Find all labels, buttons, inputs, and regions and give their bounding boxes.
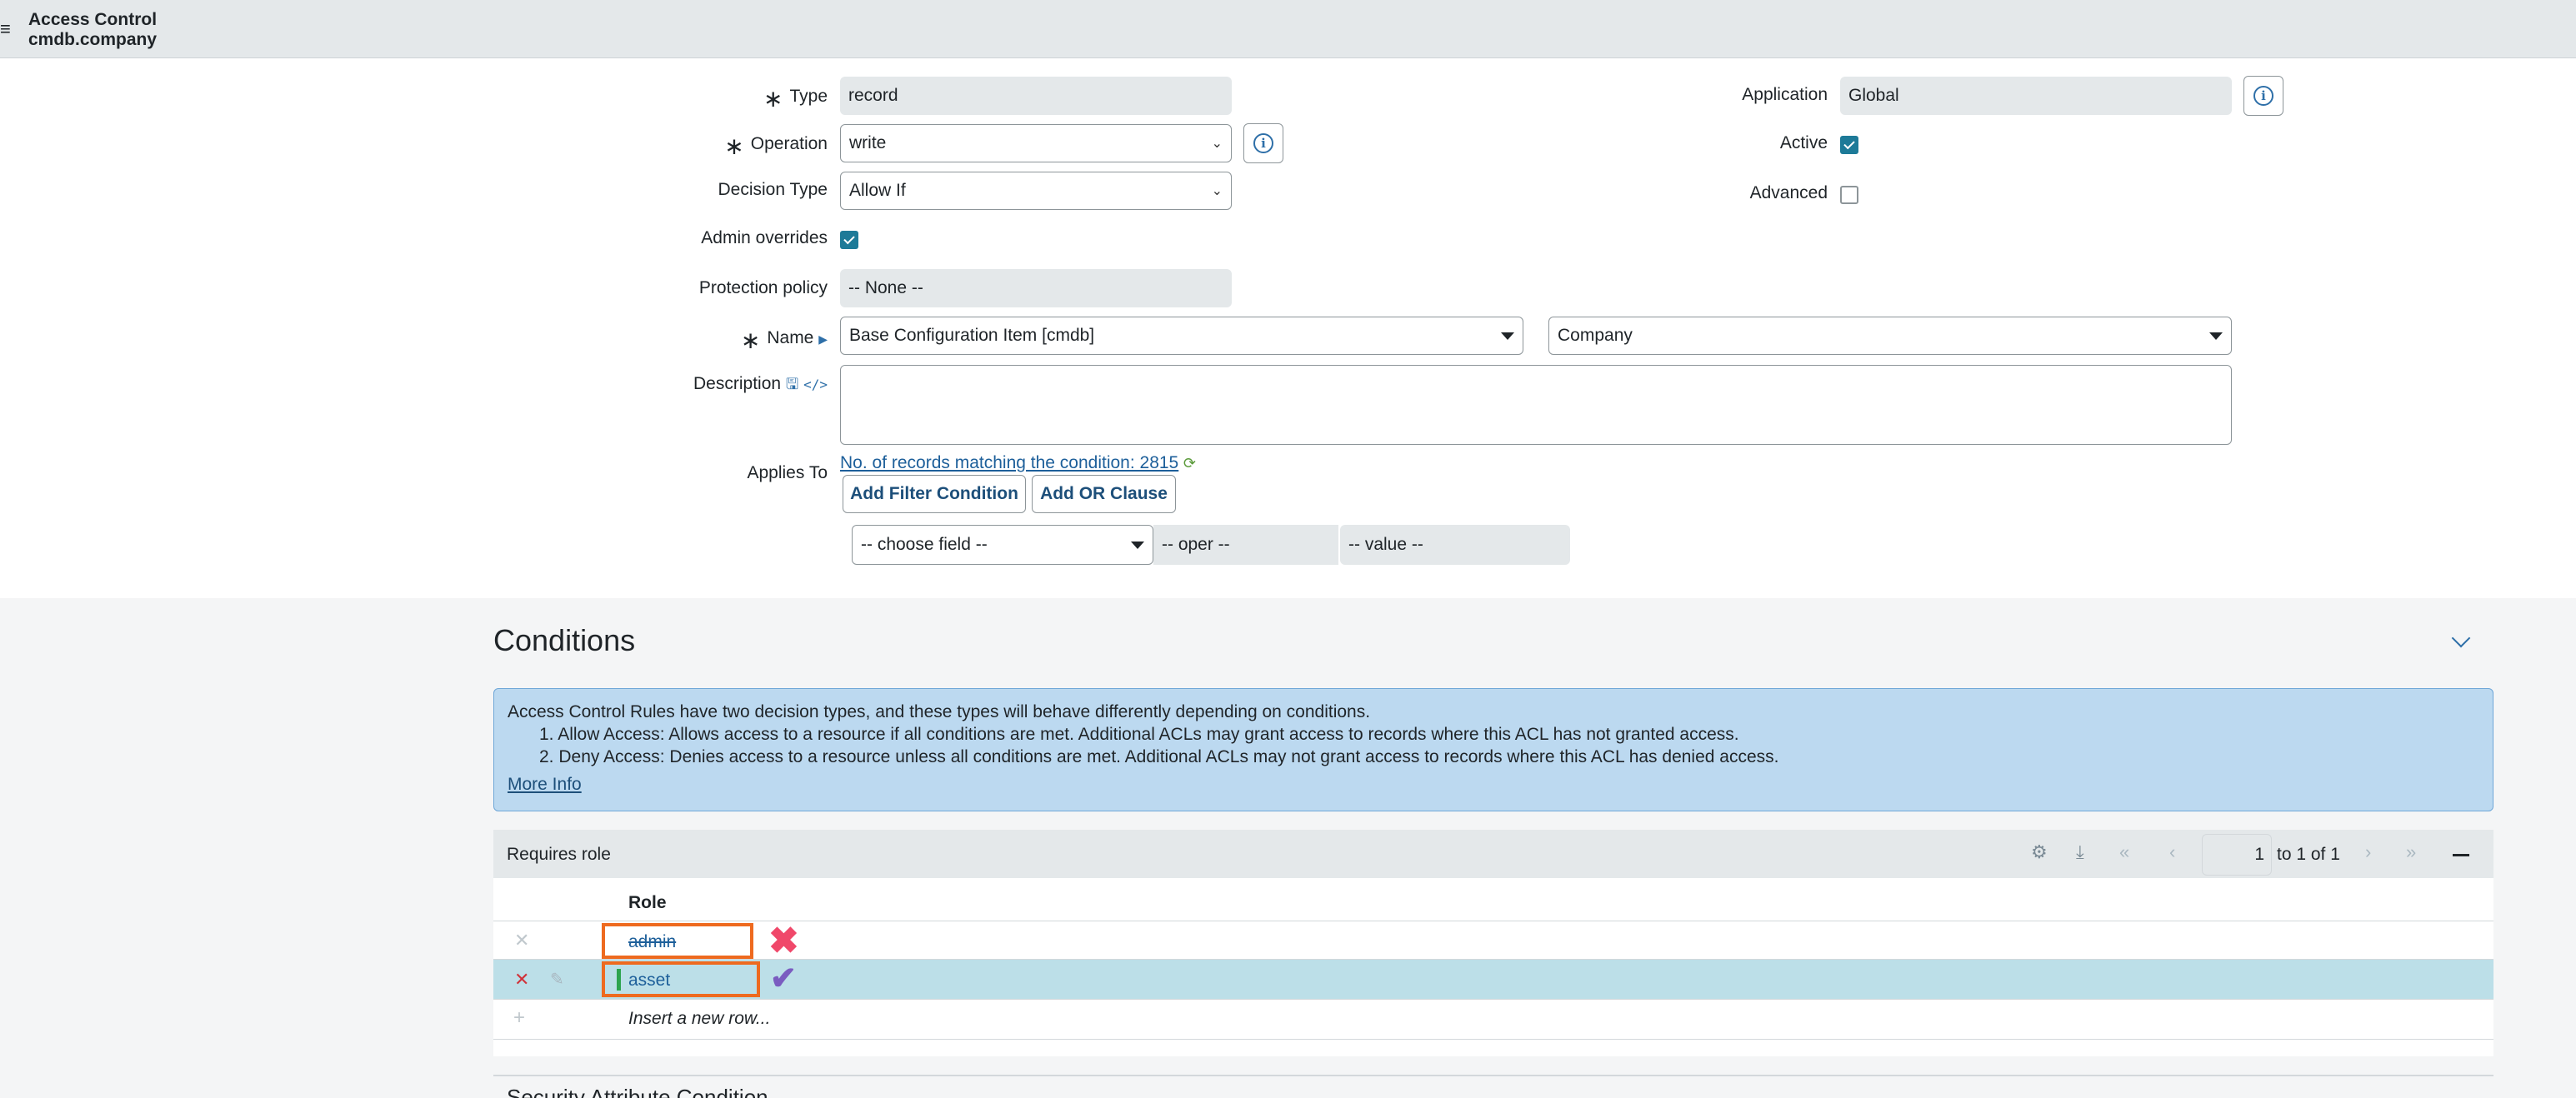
refresh-icon[interactable]: ⟳ xyxy=(1183,455,1196,472)
type-field[interactable]: record xyxy=(840,77,1232,115)
chevron-down-icon: ⌄ xyxy=(1211,137,1223,151)
insert-row xyxy=(493,1000,2493,1040)
role-value[interactable]: asset xyxy=(628,971,670,991)
role-column-header[interactable]: Role xyxy=(628,893,667,913)
decision-type-label: Decision Type xyxy=(718,180,828,199)
role-cell[interactable] xyxy=(602,961,760,997)
value-field[interactable]: -- value -- xyxy=(1340,525,1570,565)
records-count-link[interactable]: No. of records matching the condition: 2… xyxy=(840,453,1178,472)
active-checkbox[interactable] xyxy=(1840,136,1858,154)
application-info-button[interactable]: i xyxy=(2243,76,2283,116)
application-value: Global xyxy=(1848,86,1899,105)
expand-triangle-icon[interactable]: ▶ xyxy=(818,332,828,346)
delete-row-icon[interactable]: ✕ xyxy=(514,969,529,991)
choose-field-value: -- choose field -- xyxy=(861,535,988,554)
description-label: Description 🖫 </> xyxy=(693,374,828,393)
name-table-select[interactable]: Base Configuration Item [cmdb] xyxy=(840,317,1523,355)
value-value: -- value -- xyxy=(1348,535,1423,554)
protection-policy-label: Protection policy xyxy=(698,278,828,297)
name-table-value: Base Configuration Item [cmdb] xyxy=(849,326,1095,345)
advanced-label: Advanced xyxy=(1749,183,1828,202)
add-or-clause-button[interactable]: Add OR Clause xyxy=(1032,475,1176,513)
operation-value: write xyxy=(849,133,887,152)
previous-page-icon[interactable]: ‹ xyxy=(2169,841,2175,863)
active-label: Active xyxy=(1779,133,1828,152)
operation-select[interactable]: write ⌄ xyxy=(840,124,1232,162)
caret-down-icon xyxy=(1131,541,1144,549)
choose-field-select[interactable]: -- choose field -- xyxy=(852,525,1153,565)
protection-policy-value: -- None -- xyxy=(848,278,923,297)
add-row-icon[interactable]: + xyxy=(513,1006,525,1030)
info-item-deny: 2. Deny Access: Denies access to a resou… xyxy=(539,747,1779,766)
changed-indicator xyxy=(617,969,621,991)
required-asterisk: ∗ xyxy=(740,327,761,353)
application-label: Application xyxy=(1742,85,1828,104)
form-title: Access Control cmdb.company xyxy=(28,10,157,50)
role-cell[interactable] xyxy=(602,923,753,959)
page-number-input[interactable]: 1 xyxy=(2202,834,2272,876)
form-title-line1: Access Control xyxy=(28,10,158,29)
edit-pencil-icon[interactable]: ✎ xyxy=(550,969,564,990)
download-icon[interactable]: ⤓ xyxy=(2076,841,2084,863)
code-icon[interactable]: </> xyxy=(803,377,828,392)
applies-to-label: Applies To xyxy=(747,463,828,482)
section-divider xyxy=(493,1075,2493,1076)
oper-value: -- oper -- xyxy=(1162,535,1230,554)
next-page-icon[interactable]: › xyxy=(2365,841,2371,863)
table-header-row xyxy=(493,878,2493,921)
decision-type-value: Allow If xyxy=(849,181,906,200)
hamburger-icon[interactable]: ≡ xyxy=(0,18,11,40)
delete-row-icon[interactable]: ✕ xyxy=(514,930,529,951)
checkmark-icon: ✔ xyxy=(770,961,797,996)
requires-role-list-header xyxy=(493,830,2493,878)
conditions-info-box: Access Control Rules have two decision t… xyxy=(493,688,2493,811)
list-footer xyxy=(493,1040,2493,1056)
save-icon[interactable]: 🖫 xyxy=(786,376,798,392)
info-icon: i xyxy=(2253,86,2273,106)
conditions-title: Conditions xyxy=(493,623,636,657)
advanced-checkbox[interactable] xyxy=(1840,186,1858,204)
required-asterisk: ∗ xyxy=(724,133,744,159)
admin-overrides-label: Admin overrides xyxy=(701,228,828,247)
description-textarea[interactable] xyxy=(840,365,2232,445)
last-page-icon[interactable]: » xyxy=(2406,841,2416,863)
requires-role-title: Requires role xyxy=(507,845,611,864)
chevron-down-icon: ⌄ xyxy=(1211,184,1223,198)
decision-type-select[interactable]: Allow If ⌄ xyxy=(840,172,1232,210)
form-header xyxy=(0,0,2576,58)
protection-policy-field[interactable]: -- None -- xyxy=(840,269,1232,307)
first-page-icon[interactable]: « xyxy=(2119,841,2129,863)
more-info-link[interactable]: More Info xyxy=(508,775,582,794)
type-value: record xyxy=(848,86,898,105)
role-value-deleted: admin xyxy=(628,932,677,951)
oper-field[interactable]: -- oper -- xyxy=(1153,525,1338,565)
remove-x-icon: ✖ xyxy=(768,921,799,961)
records-count-row: No. of records matching the condition: 2… xyxy=(840,453,1196,473)
caret-down-icon xyxy=(1501,332,1514,340)
form-title-line2: cmdb.company xyxy=(28,30,158,49)
add-filter-condition-button[interactable]: Add Filter Condition xyxy=(843,475,1026,513)
info-icon: i xyxy=(1253,133,1273,153)
operation-info-button[interactable]: i xyxy=(1243,123,1283,163)
insert-new-row-link[interactable]: Insert a new row... xyxy=(628,1009,770,1029)
type-label: ∗ Type xyxy=(763,86,828,112)
info-item-allow: 1. Allow Access: Allows access to a reso… xyxy=(539,725,1739,744)
admin-overrides-checkbox[interactable] xyxy=(840,231,858,249)
gear-icon[interactable]: ⚙ xyxy=(2031,841,2048,863)
name-field-select[interactable]: Company xyxy=(1548,317,2232,355)
security-attribute-condition-title: Security Attribute Condition xyxy=(507,1085,768,1098)
application-field[interactable]: Global xyxy=(1840,77,2232,115)
required-asterisk: ∗ xyxy=(763,86,783,112)
name-label: ∗ Name ▶ xyxy=(740,327,828,353)
page-range-text: to 1 of 1 xyxy=(2277,845,2340,864)
operation-label: ∗ Operation xyxy=(724,133,828,159)
name-field-value: Company xyxy=(1558,326,1633,345)
caret-down-icon xyxy=(2209,332,2223,340)
info-intro: Access Control Rules have two decision t… xyxy=(508,702,1371,721)
collapse-list-icon[interactable] xyxy=(2453,854,2469,856)
